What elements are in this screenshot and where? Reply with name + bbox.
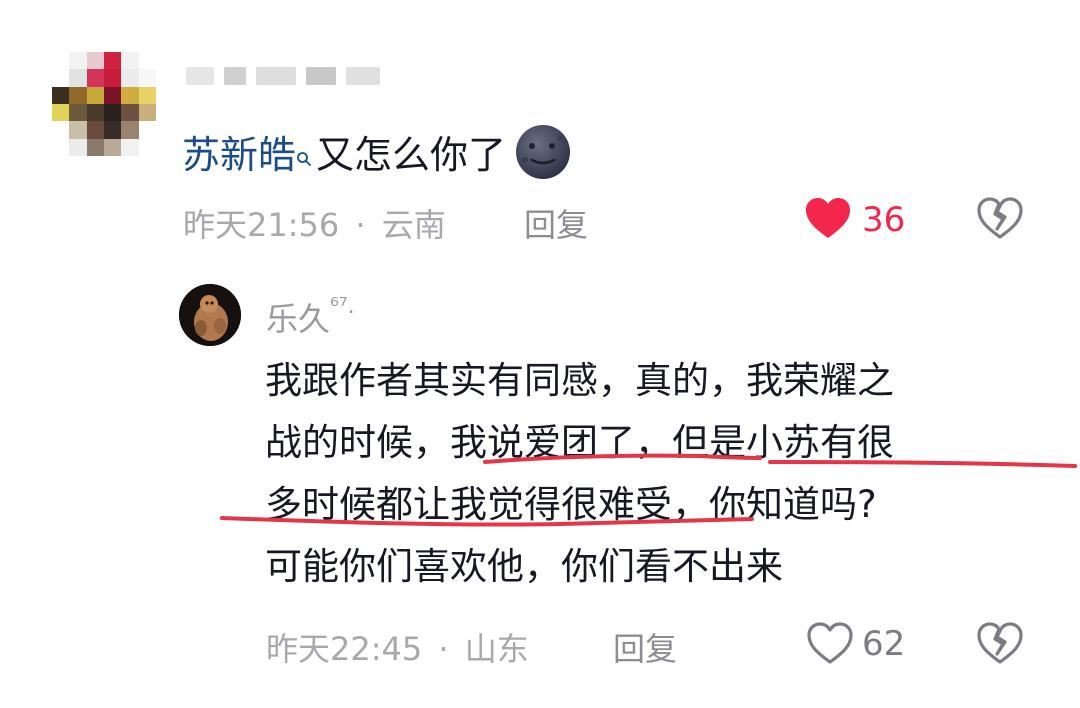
reply-username-text: 乐久 — [266, 300, 331, 338]
timestamp: 昨天21:56 — [183, 206, 340, 244]
separator-dot: · — [355, 206, 366, 244]
reply-line: 可能你们喜欢他，你们看不出来 — [265, 545, 783, 588]
reply-line: 多时候都让我觉得很难受，你知道吗? — [265, 483, 877, 526]
reply-button[interactable]: 回复 — [524, 200, 588, 246]
reply-line: 战的时候，我说爱团了，但是小苏有很 — [265, 421, 894, 464]
like-count: 62 — [862, 624, 906, 664]
reply-button[interactable]: 回复 — [613, 624, 677, 670]
reply-username-suffix: ⁶⁷. — [330, 294, 355, 319]
reply-username[interactable]: 乐久⁶⁷. — [266, 294, 355, 340]
reply-text: 我跟作者其实有同感，真的，我荣耀之 战的时候，我说爱团了，但是小苏有很 多时候都… — [265, 350, 1045, 598]
timestamp: 昨天22:45 — [266, 630, 423, 668]
separator-dot: · — [438, 630, 449, 668]
heart-icon — [804, 198, 852, 244]
avatar[interactable] — [52, 52, 156, 156]
username-blurred — [186, 62, 406, 90]
reply-meta: 昨天22:45 · 山东 — [266, 624, 529, 670]
like-button[interactable] — [804, 196, 852, 244]
mention-link[interactable]: 苏新皓 — [182, 133, 296, 177]
like-button[interactable] — [806, 621, 854, 669]
comment-text: 苏新皓 又怎么你了 — [182, 124, 574, 191]
dislike-button[interactable] — [976, 621, 1024, 669]
broken-heart-icon — [976, 622, 1024, 669]
new-moon-face-emoji — [512, 124, 574, 191]
reply-avatar[interactable] — [179, 284, 241, 346]
heart-icon — [806, 622, 854, 669]
location: 山东 — [464, 630, 529, 668]
comment-body: 又怎么你了 — [316, 133, 507, 177]
dislike-button[interactable] — [976, 196, 1024, 244]
search-icon — [296, 130, 312, 178]
location: 云南 — [381, 206, 446, 244]
comment-meta: 昨天21:56 · 云南 — [183, 200, 446, 246]
reply-line: 我跟作者其实有同感，真的，我荣耀之 — [265, 359, 894, 402]
like-count: 36 — [862, 200, 906, 240]
broken-heart-icon — [976, 197, 1024, 244]
